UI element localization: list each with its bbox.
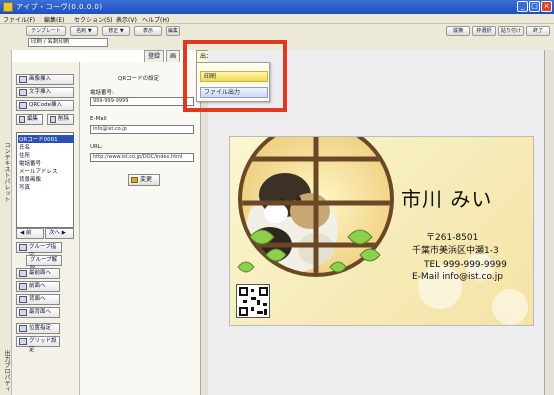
minimize-button[interactable]: _ (517, 1, 528, 12)
grid-settings-label: グリッド設定 (29, 338, 57, 353)
template-button[interactable]: テンプレート (26, 26, 66, 36)
text-icon (19, 89, 27, 96)
delete-icon (50, 116, 56, 123)
close-button[interactable]: × (541, 1, 552, 12)
back-icon (19, 296, 27, 303)
qr-insert-button[interactable]: QRCode挿入 (16, 100, 74, 111)
list-item[interactable]: QRコード0001 (18, 135, 74, 143)
list-item[interactable]: 写真 (19, 183, 30, 191)
front-icon (19, 283, 27, 290)
context-palette-label[interactable]: コンテキストパレット (2, 142, 11, 202)
email-field[interactable]: info@ist.co.jp (90, 125, 194, 134)
list-item[interactable]: 氏名 (19, 143, 30, 151)
edit-button[interactable]: 編集 (166, 26, 180, 36)
card-postal: 〒261-8501 (426, 233, 479, 243)
phone-field[interactable]: 999-999-9999 (90, 97, 194, 106)
menu-view[interactable]: 表示(V) (116, 15, 137, 24)
side-strip: コンテキストパレット 出力プロパティ (0, 50, 12, 395)
tab-image[interactable]: 画 (166, 50, 180, 62)
window-title: アイブ・コーヴ(0.0.0.0) (16, 3, 103, 11)
list-item[interactable]: 電話番号 (19, 159, 41, 167)
edit-object-button[interactable]: 編集 (16, 114, 43, 125)
qr-icon (19, 102, 27, 109)
qr-code[interactable] (236, 284, 270, 318)
menu-bar: ファイル(F) 編集(E) セクション(S) 表示(V) ヘルプ(H) (0, 14, 554, 24)
toolbar: テンプレート 名刺 ▼ 修正 ▼ 表示 編集 縦横 枠選択 貼り付け 終了 (0, 24, 554, 38)
apply-button[interactable]: 変更 (128, 174, 160, 186)
modify-menu-button[interactable]: 修正 ▼ (102, 26, 130, 36)
menu-section[interactable]: セクション(S) (74, 15, 113, 24)
edit-object-label: 編集 (27, 116, 39, 122)
back-all-icon (19, 309, 27, 316)
card-menu-button[interactable]: 名刺 ▼ (70, 26, 98, 36)
frame-select-button[interactable]: 枠選択 (472, 26, 496, 36)
align-button[interactable]: 位置指定 (16, 323, 60, 334)
view-button[interactable]: 表示 (134, 26, 162, 36)
grid-icon (19, 338, 27, 345)
align-icon (19, 325, 27, 332)
card-address: 千葉市美浜区中瀬1-3 (412, 246, 499, 256)
bring-to-front-button[interactable]: 最前面へ (16, 268, 60, 279)
menu-edit[interactable]: 編集(E) (44, 15, 64, 24)
orientation-button[interactable]: 縦横 (446, 26, 470, 36)
phone-label: 電話番号: (90, 90, 114, 96)
tab-register[interactable]: 登録 (144, 50, 164, 62)
grid-settings-button[interactable]: グリッド設定 (16, 336, 60, 353)
maximize-button[interactable]: □ (529, 1, 540, 12)
delete-object-label: 削除 (58, 116, 70, 122)
send-to-back-label: 最背面へ (29, 309, 52, 315)
front-all-icon (19, 270, 27, 277)
apply-icon (131, 177, 138, 183)
image-insert-button[interactable]: 画像挿入 (16, 74, 74, 85)
object-list[interactable]: QRコード0001 氏名 住所 電話番号 メールアドレス 背景画像 写真 (16, 132, 74, 228)
bring-to-front-label: 最前面へ (29, 270, 52, 276)
send-to-back-button[interactable]: 最背面へ (16, 307, 60, 318)
group-clear-button[interactable]: グループ解除 (26, 255, 62, 272)
output-properties-label[interactable]: 出力プロパティ (2, 350, 11, 392)
prev-button[interactable]: ◀ 前 (16, 228, 44, 239)
send-backward-button[interactable]: 背面へ (16, 294, 60, 305)
callout-highlight-box (183, 40, 287, 112)
menu-file[interactable]: ファイル(F) (3, 15, 35, 24)
bring-forward-label: 前面へ (29, 283, 46, 289)
image-insert-label: 画像挿入 (29, 76, 52, 82)
qr-insert-label: QRCode挿入 (29, 102, 62, 108)
list-item[interactable]: 住所 (19, 151, 30, 159)
title-bar: アイブ・コーヴ(0.0.0.0) _ □ × (0, 0, 554, 14)
app-icon (3, 2, 13, 12)
align-label: 位置指定 (29, 325, 52, 331)
exit-button[interactable]: 終了 (526, 26, 550, 36)
email-label: E-Mail (90, 116, 107, 122)
card-email: E-Mail info@ist.co.jp (412, 272, 503, 282)
paste-button[interactable]: 貼り付け (498, 26, 524, 36)
canvas-scrollbar[interactable] (544, 50, 554, 395)
card-name: 市川 みい (401, 187, 493, 211)
text-insert-button[interactable]: 文字挿入 (16, 87, 74, 98)
card-tel: TEL 999-999-9999 (424, 260, 507, 270)
list-item[interactable]: メールアドレス (19, 167, 58, 175)
card-artwork (237, 137, 528, 325)
list-item[interactable]: 背景画像 (19, 175, 41, 183)
group-icon (19, 244, 27, 251)
group-set-button[interactable]: グループ指定 (16, 242, 62, 259)
bring-forward-button[interactable]: 前面へ (16, 281, 60, 292)
business-card[interactable]: 市川 みい 〒261-8501 千葉市美浜区中瀬1-3 TEL 999-999-… (229, 136, 534, 326)
url-label: URL: (90, 144, 103, 150)
tool-panel: 画像挿入 文字挿入 QRCode挿入 編集 削除 QRコード0001 氏名 住所… (12, 62, 80, 395)
send-backward-label: 背面へ (29, 296, 46, 302)
panel-heading: QRコードの設定 (118, 76, 160, 82)
menu-help[interactable]: ヘルプ(H) (142, 15, 169, 24)
edit-icon (19, 116, 25, 123)
delete-object-button[interactable]: 削除 (47, 114, 74, 125)
apply-button-label: 変更 (140, 176, 153, 183)
image-icon (19, 76, 27, 83)
next-button[interactable]: 次へ ▶ (45, 228, 74, 239)
text-insert-label: 文字挿入 (29, 89, 52, 95)
breadcrumb: 印刷 / 名刺印刷 (28, 38, 108, 47)
url-field[interactable]: http://www.ist.co.jp/DOC/index.html (90, 153, 194, 162)
